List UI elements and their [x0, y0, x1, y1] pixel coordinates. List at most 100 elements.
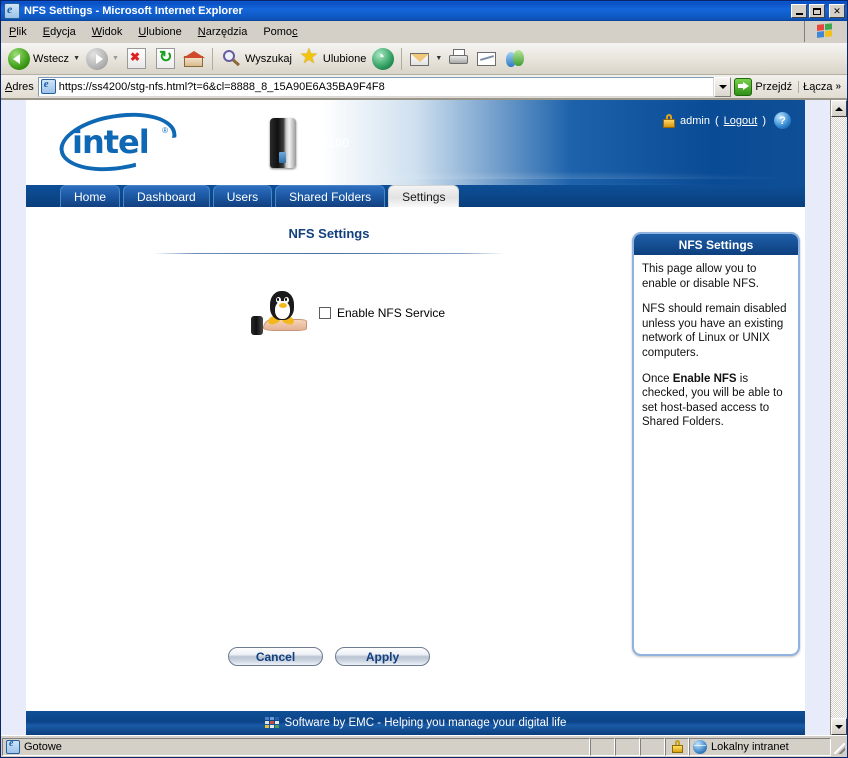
help-panel-body: This page allow you to enable or disable…: [634, 255, 798, 430]
star-icon: [298, 47, 320, 70]
back-button-label: Wstecz: [33, 52, 70, 65]
mail-button[interactable]: ▼: [406, 46, 445, 72]
app-footer: Software by EMC - Helping you manage you…: [26, 711, 805, 735]
registered-mark: ®: [162, 126, 168, 135]
media-button[interactable]: [369, 46, 397, 72]
address-url-text: https://ss4200/stg-nfs.html?t=6&cl=8888_…: [58, 80, 385, 93]
username-label: admin: [680, 114, 710, 127]
intel-logo: intel ®: [59, 114, 177, 170]
logout-paren-open: (: [715, 114, 719, 127]
device-name: ss4200: [308, 136, 350, 150]
status-pane-blank-1: [590, 737, 615, 756]
favorites-button[interactable]: Ulubione: [295, 46, 369, 72]
back-arrow-icon: [8, 47, 30, 70]
status-pane-blank-2: [615, 737, 640, 756]
main-column: NFS Settings Enable NFS Service Cancel A…: [26, 207, 632, 709]
tab-home[interactable]: Home: [60, 185, 121, 207]
enable-nfs-row: Enable NFS Service: [251, 289, 632, 337]
help-paragraph-3: Once Enable NFS is checked, you will be …: [642, 372, 790, 430]
page-body: NFS Settings Enable NFS Service Cancel A…: [26, 207, 805, 709]
footer-text: Software by EMC - Helping you manage you…: [284, 717, 567, 729]
refresh-button[interactable]: [151, 46, 180, 71]
logout-link[interactable]: Logout: [724, 115, 758, 127]
home-button[interactable]: [180, 46, 208, 72]
web-page: intel ® ss4200 admin ( Logout) ? Home Das…: [1, 99, 830, 735]
printer-icon: [448, 48, 470, 70]
back-button[interactable]: Wstecz ▼: [5, 46, 83, 72]
header-wave-decoration-2: [376, 149, 805, 179]
cancel-button[interactable]: Cancel: [228, 647, 323, 666]
app-header: intel ® ss4200 admin ( Logout) ?: [26, 100, 805, 185]
favorites-button-label: Ulubione: [322, 52, 367, 65]
scroll-up-button[interactable]: [831, 100, 847, 117]
security-zone-pane: Lokalny intranet: [689, 737, 831, 756]
enable-nfs-checkbox[interactable]: [319, 307, 331, 319]
forward-arrow-icon: [86, 47, 108, 70]
edit-button[interactable]: [473, 46, 501, 72]
intranet-zone-icon: [693, 739, 707, 754]
menu-item-widok[interactable]: Widok: [84, 24, 131, 40]
help-p3-pre: Once: [642, 372, 673, 385]
menu-item-narzedzia[interactable]: Narzędzia: [190, 24, 256, 40]
apply-button[interactable]: Apply: [335, 647, 430, 666]
help-panel: NFS Settings This page allow you to enab…: [632, 232, 800, 656]
stop-icon: [126, 48, 146, 69]
tab-shared-folders[interactable]: Shared Folders: [275, 185, 386, 207]
penguin-eye-left: [276, 297, 281, 303]
linux-penguin-icon: [251, 289, 309, 337]
penguin-beak: [279, 303, 287, 308]
media-icon: [372, 47, 395, 70]
help-panel-title: NFS Settings: [634, 234, 798, 255]
emc-logo-icon: [264, 717, 279, 729]
vertical-scrollbar[interactable]: [830, 99, 847, 735]
print-button[interactable]: [445, 46, 473, 72]
toolbar-separator: [211, 47, 213, 70]
links-button[interactable]: Łącza »: [798, 80, 845, 93]
mail-icon: [409, 48, 431, 70]
action-buttons: Cancel Apply: [26, 647, 632, 666]
messenger-button[interactable]: [501, 46, 529, 72]
scroll-down-button[interactable]: [831, 718, 847, 735]
close-button[interactable]: ✕: [829, 4, 845, 18]
penguin-eye-right: [284, 297, 289, 303]
hard-drive-icon: [251, 316, 263, 335]
help-paragraph-2: NFS should remain disabled unless you ha…: [642, 303, 787, 359]
edit-page-icon: [476, 48, 498, 70]
ie-browser-window: NFS Settings - Microsoft Internet Explor…: [0, 0, 848, 758]
chevron-down-icon: ▼: [73, 55, 80, 62]
resize-grip[interactable]: [831, 738, 847, 756]
ie-document-icon: [4, 2, 20, 19]
toolbar-separator: [401, 47, 403, 70]
page-favicon-icon: [40, 78, 56, 94]
windows-logo-icon: [804, 21, 845, 42]
home-icon: [182, 48, 205, 70]
window-controls: ✕: [791, 4, 845, 18]
search-button[interactable]: Wyszukaj: [217, 46, 295, 72]
title-divider: [153, 253, 505, 254]
menu-bar: Plik Edycja Widok Ulubione Narzędzia Pom…: [1, 21, 847, 43]
menu-item-pomoc[interactable]: Pomoc: [255, 24, 305, 40]
status-bar: Gotowe Lokalny intranet: [1, 735, 847, 757]
menu-item-plik[interactable]: Plik: [1, 24, 35, 40]
stop-button[interactable]: [122, 46, 151, 71]
help-icon[interactable]: ?: [774, 112, 791, 129]
address-label: Adres: [5, 80, 34, 93]
go-button[interactable]: Przejdź: [731, 77, 798, 96]
logout-paren-close: ): [762, 114, 766, 127]
address-bar: Adres https://ss4200/stg-nfs.html?t=6&cl…: [1, 75, 847, 99]
tab-users[interactable]: Users: [212, 185, 273, 207]
status-page-icon: [6, 738, 20, 754]
tab-settings[interactable]: Settings: [388, 185, 460, 207]
address-dropdown-button[interactable]: [714, 76, 732, 97]
menu-item-ulubione[interactable]: Ulubione: [130, 24, 189, 40]
tab-dashboard[interactable]: Dashboard: [123, 185, 210, 207]
enable-nfs-label: Enable NFS Service: [337, 306, 446, 320]
maximize-button[interactable]: [809, 4, 825, 18]
nas-device-icon: [270, 118, 296, 168]
intel-wordmark: intel: [72, 123, 150, 161]
address-input[interactable]: https://ss4200/stg-nfs.html?t=6&cl=8888_…: [37, 76, 715, 97]
padlock-icon: [671, 740, 683, 753]
minimize-button[interactable]: [791, 4, 807, 18]
menu-item-edycja[interactable]: Edycja: [35, 24, 84, 40]
forward-button[interactable]: ▼: [83, 46, 122, 72]
